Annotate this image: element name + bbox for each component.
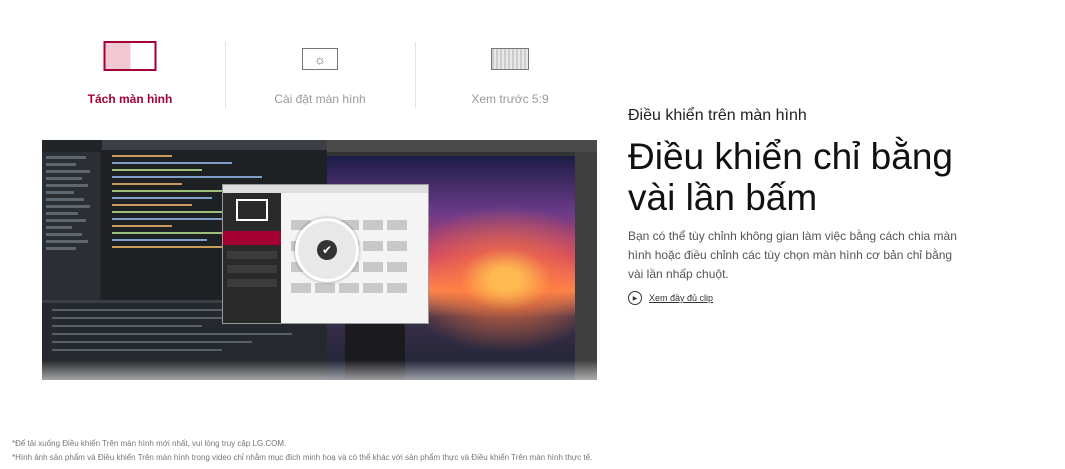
- footnotes: *Để tải xuống Điều khiển Trên màn hình m…: [12, 437, 592, 465]
- ide-file-tree: [42, 152, 100, 300]
- footnote-2: *Hình ảnh sản phẩm và Điều khiển Trên mà…: [12, 453, 593, 462]
- page-title: Điều khiển chỉ bằng vài lần bấm: [628, 136, 1048, 218]
- section-eyebrow: Điều khiển trên màn hình: [628, 107, 807, 124]
- tab-label: Tách màn hình: [87, 92, 173, 106]
- monitor-icon: [236, 199, 268, 221]
- checkmark-icon: ✔: [317, 240, 337, 260]
- tab-label: Cài đặt màn hình: [274, 92, 366, 106]
- clip-link-label: Xem đầy đủ clip: [649, 293, 714, 303]
- feature-tabs: Tách màn hình ☼ Cài đặt màn hình Xem trư…: [35, 30, 610, 115]
- headline-line-1: Điều khiển chỉ bằng: [628, 136, 953, 177]
- preview-icon: [491, 48, 529, 70]
- tab-screen-settings[interactable]: ☼ Cài đặt màn hình: [225, 30, 415, 115]
- watch-full-clip-link[interactable]: ▶ Xem đầy đủ clip: [628, 291, 713, 305]
- footnote-1: *Để tải xuống Điều khiển Trên màn hình m…: [12, 439, 287, 448]
- description: Bạn có thể tùy chỉnh không gian làm việc…: [628, 229, 957, 281]
- tab-label: Xem trước 5:9: [471, 92, 549, 106]
- split-screen-icon: [103, 41, 157, 71]
- tab-preview[interactable]: Xem trước 5:9: [415, 30, 605, 115]
- play-icon: ▶: [628, 291, 642, 305]
- headline-line-2: vài lần bấm: [628, 177, 818, 218]
- screen-settings-icon: ☼: [302, 48, 338, 70]
- tab-split-screen[interactable]: Tách màn hình: [35, 30, 225, 115]
- magnifier: ✔: [295, 218, 359, 282]
